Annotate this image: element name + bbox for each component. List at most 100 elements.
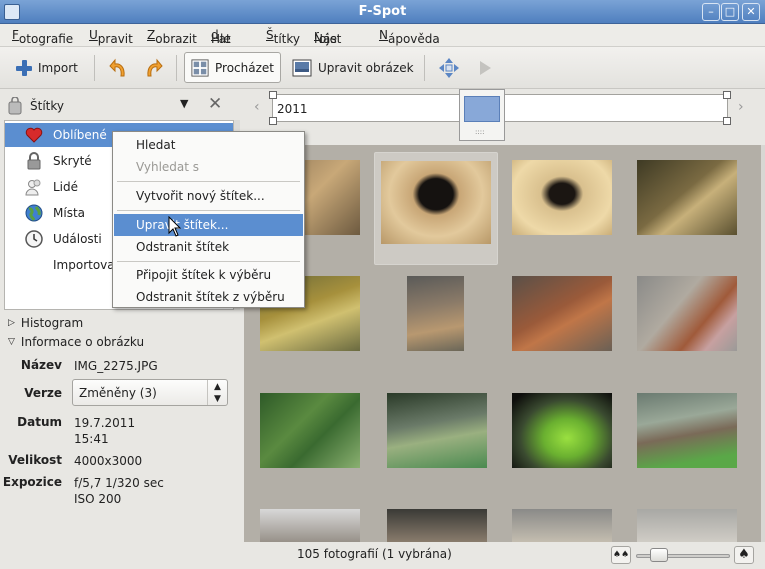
- expander-expanded-icon: ▽: [8, 337, 15, 347]
- date-key: Datum: [17, 415, 62, 429]
- toolbar-separator: [424, 55, 425, 81]
- move-arrows-icon: [439, 57, 459, 78]
- mouse-cursor-icon: [168, 216, 182, 237]
- photo-thumbnail[interactable]: [637, 160, 737, 235]
- heart-icon: [25, 127, 43, 143]
- photo-thumbnail[interactable]: [387, 509, 487, 542]
- menu-hledat[interactable]: Hle d at: [211, 28, 231, 46]
- status-text: 105 fotografií (1 vybrána): [297, 547, 452, 561]
- photo-thumbnail: [381, 161, 491, 244]
- image-info-expander[interactable]: ▽ Informace o obrázku: [8, 335, 144, 349]
- histogram-expander[interactable]: ▷ Histogram: [8, 316, 83, 330]
- exposure-value: f/5,7 1/320 sec: [74, 476, 164, 490]
- zoom-in-button[interactable]: ♠: [734, 546, 754, 564]
- iso-value: ISO 200: [74, 492, 122, 506]
- rotate-right-icon: [147, 58, 163, 76]
- tags-header: Štítky ▼ ✕: [8, 94, 234, 117]
- rotate-left-button[interactable]: [102, 52, 136, 83]
- timeline-handle[interactable]: [269, 91, 277, 99]
- photo-thumbnail[interactable]: [512, 160, 612, 235]
- small-trees-icon: ♠♠: [612, 550, 630, 560]
- edit-image-button[interactable]: Upravit obrázek: [286, 52, 420, 83]
- menu-item-search-with[interactable]: Vyhledat s: [114, 156, 303, 178]
- name-value: IMG_2275.JPG: [74, 359, 158, 373]
- menu-separator: [117, 261, 300, 262]
- timeline-prev-icon[interactable]: ‹: [254, 99, 260, 115]
- photo-thumbnail[interactable]: [387, 393, 487, 468]
- photo-thumbnail[interactable]: [637, 509, 737, 542]
- photo-grid: [244, 145, 761, 542]
- timeline-next-icon[interactable]: ›: [738, 99, 744, 115]
- menu-item-delete-tag[interactable]: Odstranit štítek: [114, 236, 303, 258]
- menu-napoveda[interactable]: Nápověda: [379, 28, 440, 46]
- globe-icon: [25, 204, 43, 222]
- window-title: F-Spot: [358, 4, 407, 19]
- photo-thumbnail[interactable]: [512, 509, 612, 542]
- slideshow-button[interactable]: [470, 52, 500, 83]
- menu-item-remove-tag[interactable]: Odstranit štítek z výběru: [114, 286, 303, 308]
- tag-icon: [8, 97, 22, 115]
- lock-icon: [27, 152, 41, 170]
- timeline-selection[interactable]: ::::: [459, 89, 505, 141]
- rotate-right-button[interactable]: [136, 52, 170, 83]
- close-sidebar-icon[interactable]: ✕: [208, 94, 222, 114]
- maximize-button[interactable]: □: [721, 3, 739, 21]
- size-value: 4000x3000: [74, 454, 143, 468]
- menu-zobrazit[interactable]: Zobrazit: [147, 28, 197, 46]
- tags-label: Štítky: [30, 99, 64, 113]
- edit-image-icon: [292, 59, 312, 76]
- photo-thumbnail[interactable]: [512, 393, 612, 468]
- timeline-handle[interactable]: [723, 91, 731, 99]
- large-tree-icon: ♠: [738, 547, 750, 562]
- zoom-slider-handle[interactable]: [650, 548, 668, 562]
- photo-thumbnail[interactable]: [260, 509, 360, 542]
- menu-item-edit-tag[interactable]: Upravit štítek...: [114, 214, 303, 236]
- sidebar-dropdown-chevron-icon[interactable]: ▼: [180, 97, 188, 110]
- title-bar: F-Spot – □ ✕: [0, 0, 765, 24]
- tag-context-menu: Hledat Vyhledat s Vytvořit nový štítek..…: [112, 131, 305, 308]
- fullscreen-button[interactable]: [432, 52, 466, 83]
- menu-stitky[interactable]: Štítky: [266, 28, 300, 46]
- menu-bar: Fotografie Upravit Zobrazit Hle d at Štítk…: [0, 24, 765, 47]
- browse-button[interactable]: Procházet: [184, 52, 281, 83]
- photo-thumbnail[interactable]: [407, 276, 464, 351]
- photo-thumbnail[interactable]: [512, 276, 612, 351]
- photo-thumbnail[interactable]: [637, 276, 737, 351]
- menu-separator: [117, 181, 300, 182]
- menu-item-create-tag[interactable]: Vytvořit nový štítek...: [114, 185, 303, 207]
- menu-fotografie[interactable]: Fotografie: [12, 28, 73, 46]
- grid-scrollbar[interactable]: [761, 145, 765, 542]
- exposure-key: Expozice: [2, 475, 62, 489]
- timeline-bar: [464, 96, 500, 122]
- play-icon: [480, 60, 491, 75]
- menu-separator: [117, 210, 300, 211]
- rotate-left-icon: [109, 58, 125, 76]
- version-combo[interactable]: Změněny (3) ▲ ▼: [72, 379, 228, 406]
- toolbar: Import Procházet Upravit obrázek: [0, 47, 765, 89]
- expander-collapsed-icon: ▷: [8, 318, 15, 328]
- photo-thumbnail[interactable]: [260, 393, 360, 468]
- people-icon: [25, 179, 41, 196]
- clock-icon: [25, 230, 43, 248]
- close-window-button[interactable]: ✕: [742, 3, 760, 21]
- menu-item-attach-tag[interactable]: Připojit štítek k výběru: [114, 264, 303, 286]
- size-key: Velikost: [8, 453, 62, 467]
- toolbar-separator: [94, 55, 95, 81]
- date-value: 19.7.2011: [74, 416, 136, 430]
- timeline-handle[interactable]: [269, 117, 277, 125]
- status-bar: 105 fotografií (1 vybrána) ♠♠ ♠: [244, 542, 765, 569]
- name-key: Název: [20, 358, 62, 372]
- minimize-button[interactable]: –: [702, 3, 720, 21]
- menu-nastroje[interactable]: Nást r oje: [314, 28, 341, 46]
- timeline-handle[interactable]: [723, 117, 731, 125]
- toolbar-separator: [176, 55, 177, 81]
- import-button[interactable]: Import: [10, 52, 84, 83]
- plus-icon: [16, 59, 32, 76]
- grip-icon: ::::: [475, 128, 485, 136]
- timeline-year: 2011: [277, 102, 308, 116]
- photo-thumbnail[interactable]: [637, 393, 737, 468]
- menu-upravit[interactable]: Upravit: [89, 28, 133, 46]
- photo-cell-selected[interactable]: [374, 152, 498, 265]
- zoom-out-button[interactable]: ♠♠: [611, 546, 631, 564]
- menu-item-search[interactable]: Hledat: [114, 134, 303, 156]
